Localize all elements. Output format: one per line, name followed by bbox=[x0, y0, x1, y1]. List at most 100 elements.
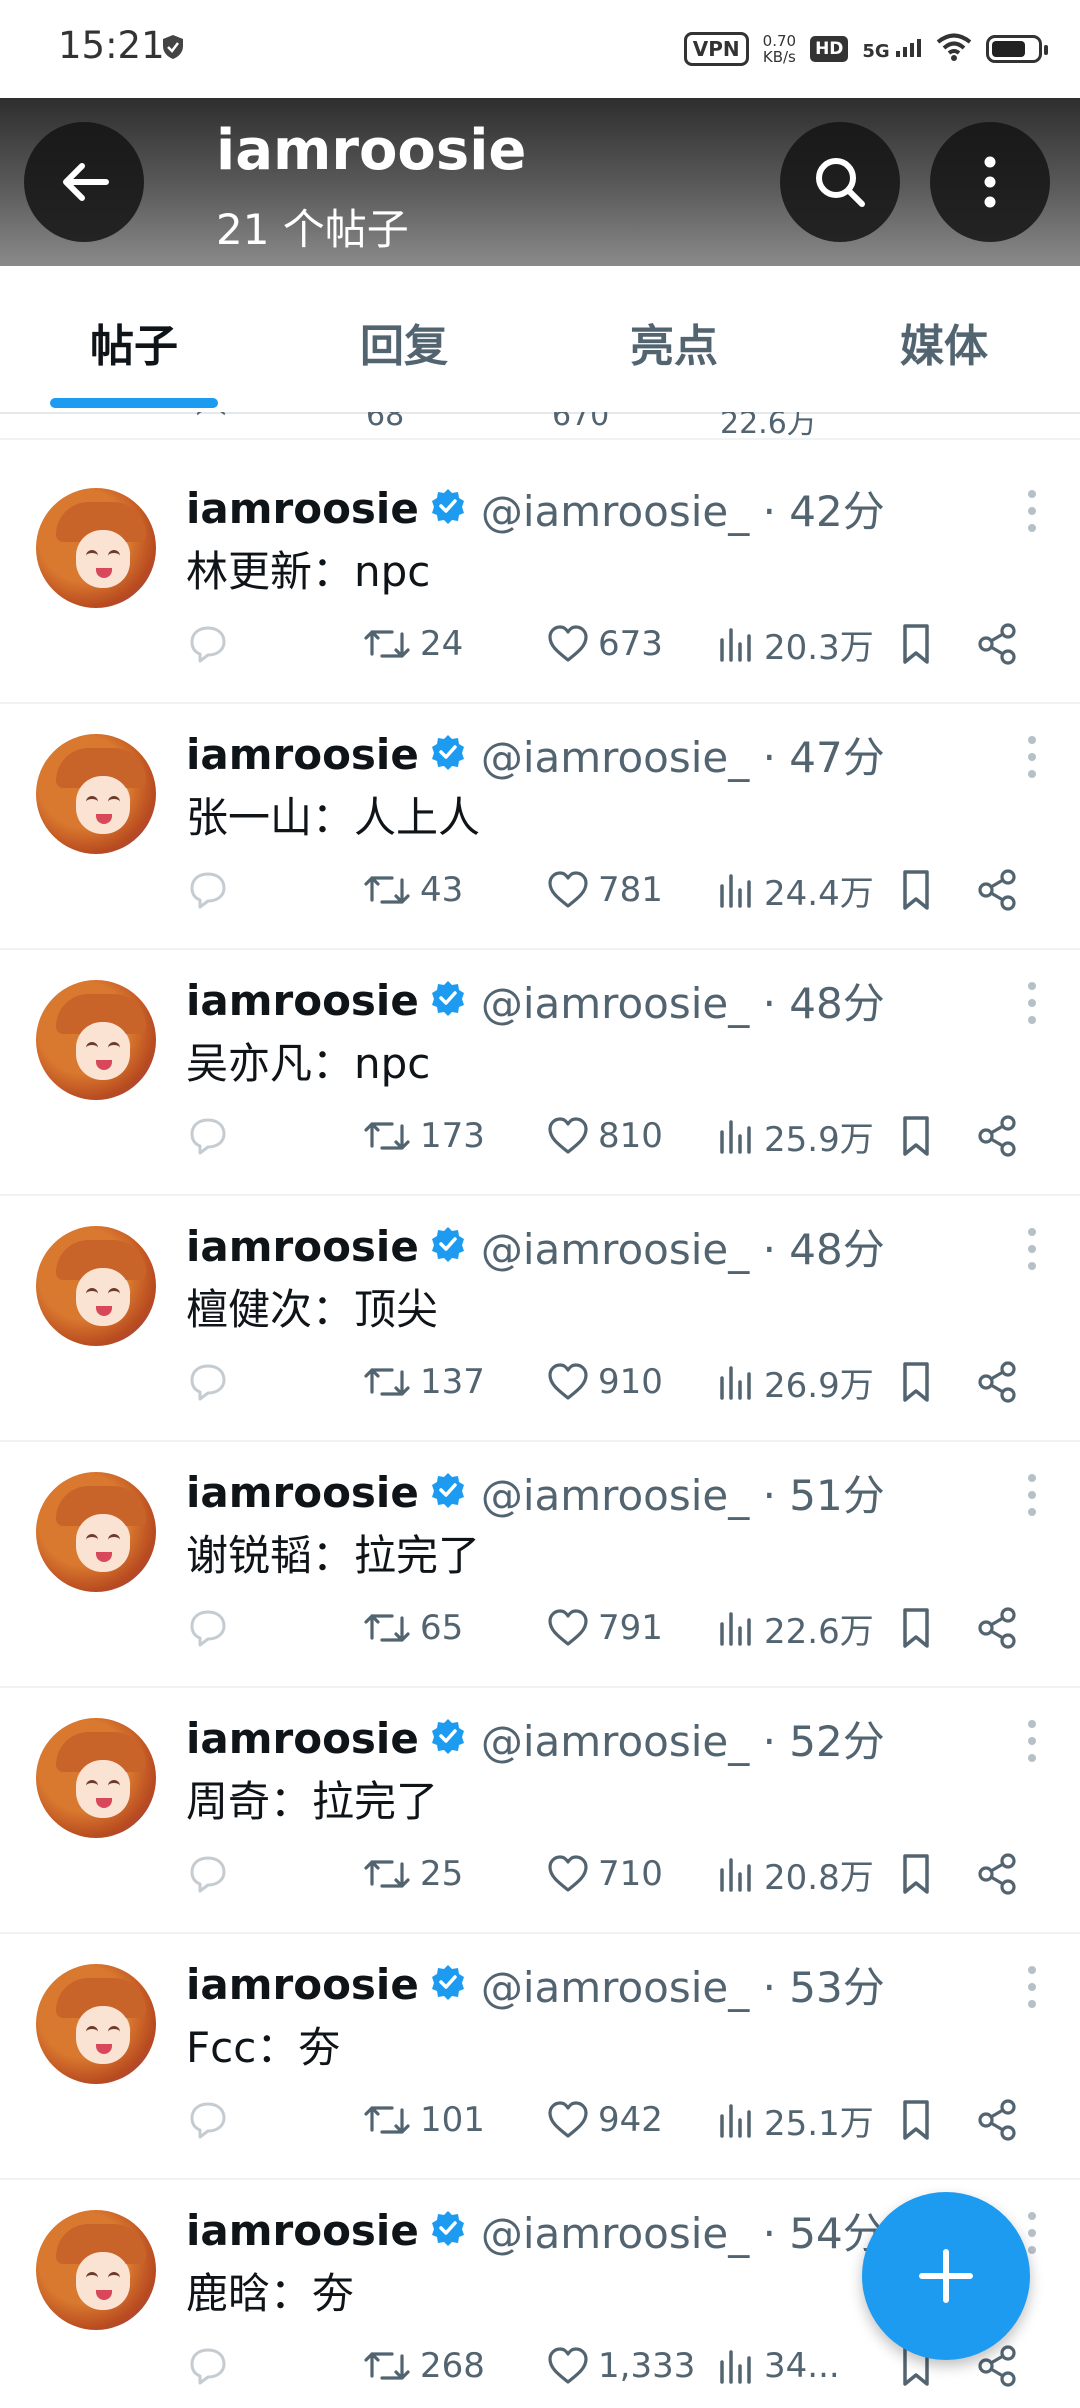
bookmark-button[interactable] bbox=[896, 1598, 936, 1658]
tab-posts[interactable]: 帖子 bbox=[90, 310, 178, 374]
reply-icon[interactable]: ⌒ bbox=[196, 412, 226, 442]
post-handle-time[interactable]: @iamroosie_ · 52分 bbox=[481, 1708, 885, 1769]
post-feed[interactable]: ⌒ 68 670 22.6万 iamroosie @iamroosie_ · 4… bbox=[0, 412, 1080, 2408]
like-button[interactable]: 910 bbox=[546, 1352, 663, 1412]
post-handle-time[interactable]: @iamroosie_ · 53分 bbox=[481, 1954, 885, 2015]
like-button[interactable]: 1,333 bbox=[546, 2336, 695, 2396]
partial-like-count[interactable]: 670 bbox=[552, 412, 609, 433]
share-button[interactable] bbox=[976, 1598, 1020, 1658]
post-item[interactable]: iamroosie @iamroosie_ · 52分 周奇：拉完了 25 71… bbox=[0, 1686, 1080, 1934]
post-item[interactable]: iamroosie @iamroosie_ · 51分 谢锐韬：拉完了 65 7… bbox=[0, 1440, 1080, 1688]
share-icon bbox=[978, 2099, 1016, 2141]
share-button[interactable] bbox=[976, 1106, 1020, 1166]
more-button[interactable] bbox=[930, 122, 1050, 242]
views-button[interactable]: 20.8万 bbox=[716, 1844, 874, 1904]
retweet-button[interactable]: 268 bbox=[362, 2336, 485, 2396]
views-button[interactable]: 26.9万 bbox=[716, 1352, 874, 1412]
share-button[interactable] bbox=[976, 1844, 1020, 1904]
reply-button[interactable] bbox=[186, 1352, 230, 1412]
retweet-button[interactable]: 65 bbox=[362, 1598, 463, 1658]
avatar[interactable] bbox=[36, 1964, 156, 2084]
post-item[interactable]: iamroosie @iamroosie_ · 47分 张一山：人上人 43 7… bbox=[0, 702, 1080, 950]
bookmark-button[interactable] bbox=[896, 1352, 936, 1412]
post-handle-time[interactable]: @iamroosie_ · 48分 bbox=[481, 970, 885, 1031]
reply-button[interactable] bbox=[186, 614, 230, 674]
avatar[interactable] bbox=[36, 1718, 156, 1838]
post-more-icon[interactable] bbox=[1028, 982, 1038, 1033]
reply-button[interactable] bbox=[186, 1598, 230, 1658]
post-more-icon[interactable] bbox=[1028, 2212, 1038, 2263]
views-button[interactable]: 24.4万 bbox=[716, 860, 874, 920]
post-item[interactable]: iamroosie @iamroosie_ · 48分 檀健次：顶尖 137 9… bbox=[0, 1194, 1080, 1442]
post-author-name[interactable]: iamroosie bbox=[186, 1960, 419, 2009]
share-button[interactable] bbox=[976, 614, 1020, 674]
post-item[interactable]: iamroosie @iamroosie_ · 48分 吴亦凡：npc 173 … bbox=[0, 948, 1080, 1196]
avatar[interactable] bbox=[36, 1226, 156, 1346]
like-button[interactable]: 673 bbox=[546, 614, 663, 674]
bookmark-button[interactable] bbox=[896, 2090, 936, 2150]
bookmark-button[interactable] bbox=[896, 614, 936, 674]
reply-button[interactable] bbox=[186, 2090, 230, 2150]
tab-media[interactable]: 媒体 bbox=[900, 310, 988, 374]
retweet-button[interactable]: 173 bbox=[362, 1106, 485, 1166]
post-author-name[interactable]: iamroosie bbox=[186, 1468, 419, 1517]
avatar[interactable] bbox=[36, 980, 156, 1100]
avatar[interactable] bbox=[36, 488, 156, 608]
share-button[interactable] bbox=[976, 1352, 1020, 1412]
like-button[interactable]: 710 bbox=[546, 1844, 663, 1904]
retweet-button[interactable]: 43 bbox=[362, 860, 463, 920]
partial-retweet-count[interactable]: 68 bbox=[366, 412, 404, 433]
bookmark-button[interactable] bbox=[896, 1106, 936, 1166]
views-button[interactable]: 25.1万 bbox=[716, 2090, 874, 2150]
post-author-name[interactable]: iamroosie bbox=[186, 730, 419, 779]
views-button[interactable]: 34... bbox=[716, 2336, 840, 2396]
post-handle-time[interactable]: @iamroosie_ · 48分 bbox=[481, 1216, 885, 1277]
post-author-name[interactable]: iamroosie bbox=[186, 484, 419, 533]
post-author-name[interactable]: iamroosie bbox=[186, 1222, 419, 1271]
post-more-icon[interactable] bbox=[1028, 1966, 1038, 2017]
bookmark-button[interactable] bbox=[896, 1844, 936, 1904]
share-button[interactable] bbox=[976, 860, 1020, 920]
post-header: iamroosie @iamroosie_ · 48分 bbox=[186, 1216, 885, 1276]
post-more-icon[interactable] bbox=[1028, 1720, 1038, 1771]
compose-button[interactable] bbox=[862, 2192, 1030, 2360]
like-button[interactable]: 791 bbox=[546, 1598, 663, 1658]
views-button[interactable]: 25.9万 bbox=[716, 1106, 874, 1166]
search-button[interactable] bbox=[780, 122, 900, 242]
post-more-icon[interactable] bbox=[1028, 1474, 1038, 1525]
reply-button[interactable] bbox=[186, 1844, 230, 1904]
avatar[interactable] bbox=[36, 734, 156, 854]
tab-replies[interactable]: 回复 bbox=[360, 310, 448, 374]
reply-button[interactable] bbox=[186, 1106, 230, 1166]
post-author-name[interactable]: iamroosie bbox=[186, 2206, 419, 2255]
post-item[interactable]: iamroosie @iamroosie_ · 42分 林更新：npc 24 6… bbox=[0, 456, 1080, 704]
avatar[interactable] bbox=[36, 1472, 156, 1592]
views-button[interactable]: 22.6万 bbox=[716, 1598, 874, 1658]
post-handle-time[interactable]: @iamroosie_ · 54分 bbox=[481, 2200, 885, 2261]
post-author-name[interactable]: iamroosie bbox=[186, 1714, 419, 1763]
like-button[interactable]: 810 bbox=[546, 1106, 663, 1166]
back-button[interactable] bbox=[24, 122, 144, 242]
views-button[interactable]: 20.3万 bbox=[716, 614, 874, 674]
retweet-button[interactable]: 101 bbox=[362, 2090, 485, 2150]
post-more-icon[interactable] bbox=[1028, 1228, 1038, 1279]
partial-view-count[interactable]: 22.6万 bbox=[720, 412, 817, 442]
post-handle-time[interactable]: @iamroosie_ · 42分 bbox=[481, 478, 885, 539]
share-button[interactable] bbox=[976, 2090, 1020, 2150]
retweet-button[interactable]: 137 bbox=[362, 1352, 485, 1412]
retweet-button[interactable]: 25 bbox=[362, 1844, 463, 1904]
retweet-button[interactable]: 24 bbox=[362, 614, 463, 674]
reply-button[interactable] bbox=[186, 860, 230, 920]
like-button[interactable]: 942 bbox=[546, 2090, 663, 2150]
reply-button[interactable] bbox=[186, 2336, 230, 2396]
post-more-icon[interactable] bbox=[1028, 490, 1038, 541]
tab-highlights[interactable]: 亮点 bbox=[630, 310, 718, 374]
like-button[interactable]: 781 bbox=[546, 860, 663, 920]
post-handle-time[interactable]: @iamroosie_ · 51分 bbox=[481, 1462, 885, 1523]
post-handle-time[interactable]: @iamroosie_ · 47分 bbox=[481, 724, 885, 785]
avatar[interactable] bbox=[36, 2210, 156, 2330]
post-author-name[interactable]: iamroosie bbox=[186, 976, 419, 1025]
post-item[interactable]: iamroosie @iamroosie_ · 53分 Fcc：夯 101 94… bbox=[0, 1932, 1080, 2180]
bookmark-button[interactable] bbox=[896, 860, 936, 920]
post-more-icon[interactable] bbox=[1028, 736, 1038, 787]
